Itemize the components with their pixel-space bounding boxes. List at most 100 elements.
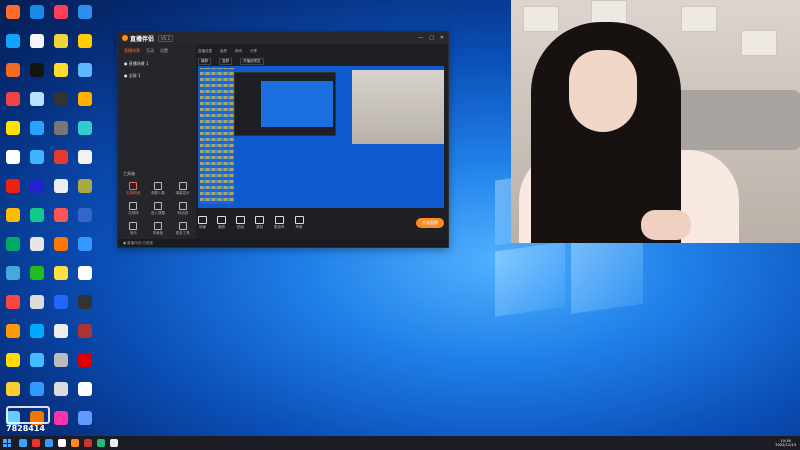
taskbar-app-icon[interactable] [45, 439, 53, 447]
desktop-shortcut-icon[interactable] [26, 380, 48, 402]
scene-item[interactable]: ● 直播场景 1 [118, 58, 196, 70]
taskbar-app-icon[interactable] [97, 439, 105, 447]
desktop-shortcut-icon[interactable] [2, 177, 24, 199]
start-live-button[interactable]: 开始直播 [416, 218, 444, 228]
desktop-shortcut-icon[interactable] [74, 119, 96, 141]
taskbar-app-icon[interactable] [19, 439, 27, 447]
control-button[interactable]: 录制 [255, 216, 264, 230]
desktop-shortcut-icon[interactable] [74, 380, 96, 402]
tool-item[interactable]: 进入提醒 [146, 202, 171, 216]
desktop-shortcut-icon[interactable] [26, 264, 48, 286]
desktop-shortcut-icon[interactable] [26, 32, 48, 54]
desktop-shortcut-icon[interactable] [2, 32, 24, 54]
desktop-shortcut-icon[interactable] [26, 3, 48, 25]
desktop-shortcut-icon[interactable] [74, 235, 96, 257]
desktop-shortcut-icon[interactable] [26, 322, 48, 344]
desktop-shortcut-icon[interactable] [50, 90, 72, 112]
desktop-shortcut-icon[interactable] [2, 264, 24, 286]
desktop-shortcut-icon[interactable] [74, 293, 96, 315]
start-icon[interactable] [3, 439, 11, 447]
control-button[interactable]: 麦克风 [274, 216, 285, 230]
desktop-shortcut-icon[interactable] [50, 351, 72, 373]
toolbar-button[interactable]: 房间 [235, 49, 242, 54]
tool-item[interactable]: 音乐 [121, 222, 146, 236]
desktop-shortcut-icon[interactable] [74, 90, 96, 112]
desktop-shortcut-icon[interactable] [74, 61, 96, 83]
tool-item[interactable]: 礼物榜 [121, 202, 146, 216]
desktop-shortcut-icon[interactable] [74, 264, 96, 286]
close-icon[interactable]: ✕ [440, 35, 444, 41]
desktop-shortcut-icon[interactable] [50, 61, 72, 83]
desktop-shortcut-icon[interactable] [50, 177, 72, 199]
desktop-shortcut-icon[interactable] [50, 235, 72, 257]
desktop-shortcut-icon[interactable] [2, 235, 24, 257]
desktop-shortcut-icon[interactable] [2, 61, 24, 83]
desktop-shortcut-icon[interactable] [2, 293, 24, 315]
desktop-shortcut-icon[interactable] [2, 206, 24, 228]
desktop-shortcut-icon[interactable] [2, 322, 24, 344]
taskbar-app-icon[interactable] [110, 439, 118, 447]
desktop-shortcut-icon[interactable] [50, 3, 72, 25]
tab-settings[interactable]: 设置 [160, 48, 168, 54]
maximize-icon[interactable]: □ [429, 35, 434, 41]
control-button[interactable]: 美颜 [217, 216, 226, 230]
desktop-shortcut-icon[interactable] [26, 90, 48, 112]
taskbar-app-icon[interactable] [71, 439, 79, 447]
desktop-shortcut-icon[interactable] [26, 119, 48, 141]
desktop-shortcut-icon[interactable] [50, 264, 72, 286]
taskbar-app-icon[interactable] [58, 439, 66, 447]
toolbar-button[interactable]: 画质 [220, 49, 227, 54]
toolbar-button[interactable]: 直播设置 [198, 49, 212, 54]
desktop-shortcut-icon[interactable] [74, 206, 96, 228]
desktop-shortcut-icon[interactable] [50, 380, 72, 402]
tab-interact[interactable]: 互动 [146, 48, 154, 54]
layout-button[interactable]: 竖屏 [219, 57, 232, 65]
desktop-shortcut-icon[interactable] [2, 119, 24, 141]
clock[interactable]: 10:16 2022/12/13 [775, 439, 796, 447]
tool-item[interactable]: 礼物特效 [121, 182, 146, 196]
desktop-shortcut-icon[interactable] [74, 177, 96, 199]
tool-item[interactable]: 弹幕显示 [170, 182, 195, 196]
desktop-shortcut-icon[interactable] [2, 90, 24, 112]
desktop-shortcut-icon[interactable] [50, 322, 72, 344]
desktop-shortcut-icon[interactable] [2, 148, 24, 170]
desktop-shortcut-icon[interactable] [74, 3, 96, 25]
desktop-shortcut-icon[interactable] [74, 351, 96, 373]
tool-item[interactable]: 更多工具 [170, 222, 195, 236]
layout-button[interactable]: 横屏 [198, 57, 211, 65]
desktop-shortcut-icon[interactable] [26, 235, 48, 257]
desktop-shortcut-icon[interactable] [50, 32, 72, 54]
taskbar-app-icon[interactable] [32, 439, 40, 447]
desktop-shortcut-icon[interactable] [2, 380, 24, 402]
desktop-shortcut-icon[interactable] [26, 61, 48, 83]
desktop-shortcut-icon[interactable] [26, 293, 48, 315]
desktop-shortcut-icon[interactable] [50, 119, 72, 141]
tab-scenes[interactable]: 直播场景 [124, 48, 140, 54]
title-bar[interactable]: 直播伴侣 V5.1 — □ ✕ [118, 32, 448, 44]
toolbar-button[interactable]: 分享 [250, 49, 257, 54]
layout-button[interactable]: 开播前预览 [240, 57, 264, 65]
desktop-shortcut-icon[interactable] [2, 351, 24, 373]
live-preview[interactable] [198, 66, 444, 208]
taskbar-app-icon[interactable] [84, 439, 92, 447]
tool-item[interactable]: 观看人数 [146, 182, 171, 196]
desktop-shortcut-icon[interactable] [26, 148, 48, 170]
desktop-shortcut-icon[interactable] [26, 351, 48, 373]
control-button[interactable]: 场景 [198, 216, 207, 230]
scene-item[interactable]: ● 全屏 1 [118, 70, 196, 82]
desktop-shortcut-icon[interactable] [74, 32, 96, 54]
minimize-icon[interactable]: — [418, 35, 423, 41]
desktop-shortcut-icon[interactable] [74, 322, 96, 344]
desktop-shortcut-icon[interactable] [2, 3, 24, 25]
desktop-shortcut-icon[interactable] [50, 293, 72, 315]
desktop-shortcut-icon[interactable] [50, 148, 72, 170]
desktop-shortcut-icon[interactable] [26, 206, 48, 228]
control-button[interactable]: 声音 [294, 216, 304, 230]
desktop-shortcut-icon[interactable] [74, 409, 96, 431]
desktop-shortcut-icon[interactable] [26, 177, 48, 199]
desktop-shortcut-icon[interactable] [74, 148, 96, 170]
tool-item[interactable]: 背景板 [146, 222, 171, 236]
tool-item[interactable]: 粉丝团 [170, 202, 195, 216]
desktop-shortcut-icon[interactable] [50, 206, 72, 228]
control-button[interactable]: 贴纸 [236, 216, 245, 230]
